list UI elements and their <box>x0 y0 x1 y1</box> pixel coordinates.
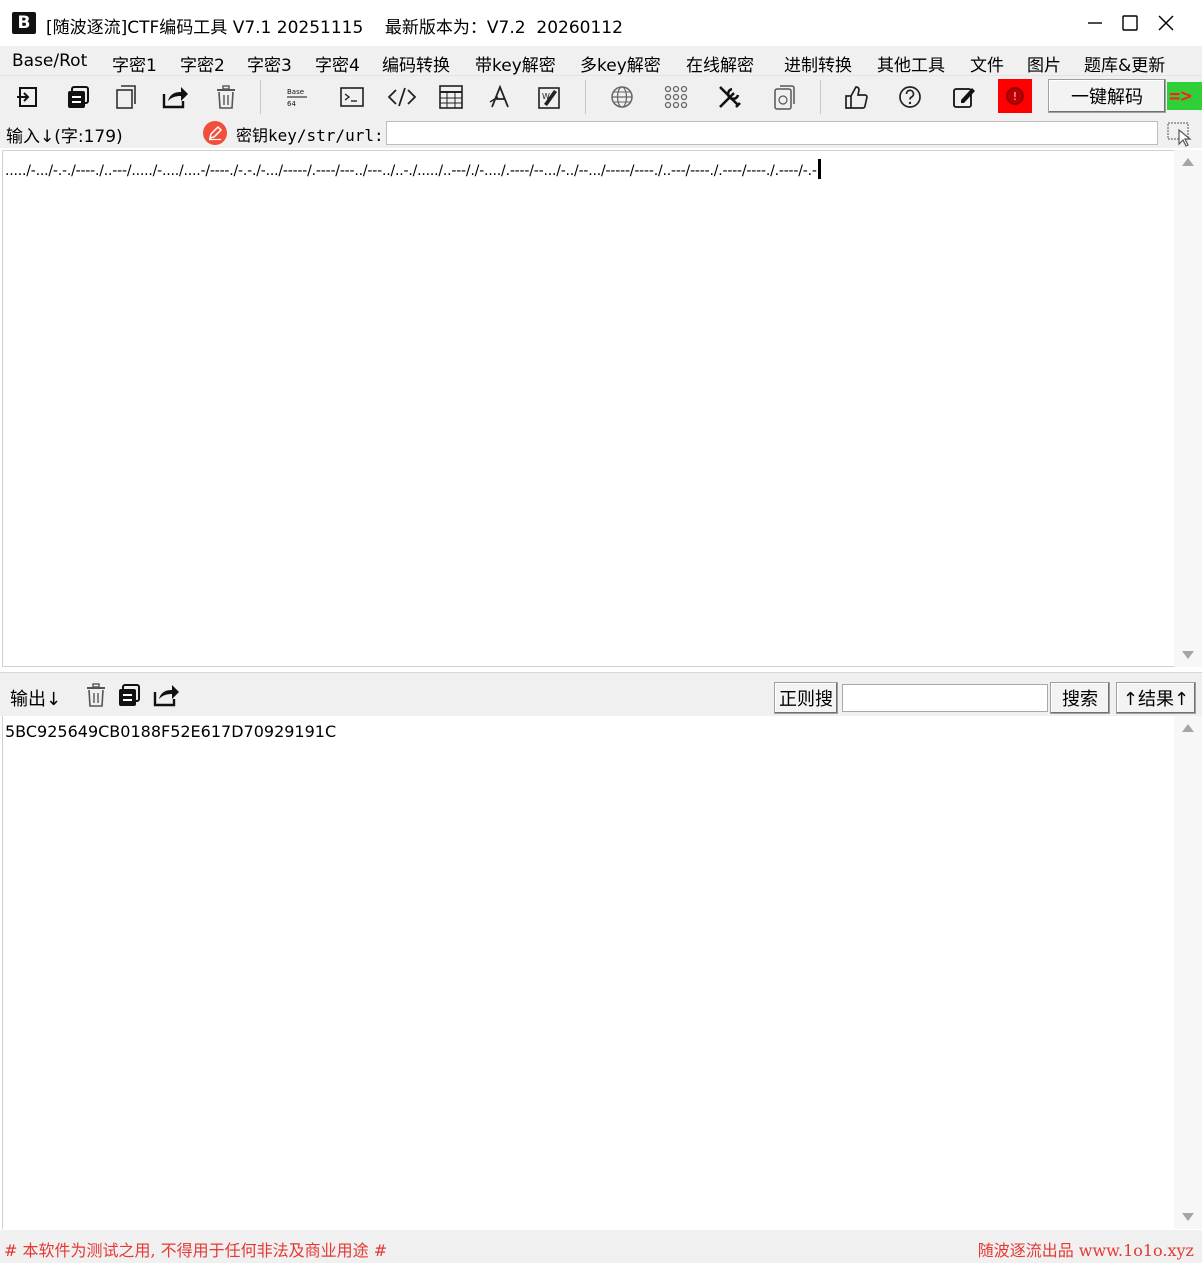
help-icon[interactable] <box>894 81 926 113</box>
scroll-down-icon[interactable] <box>1182 651 1194 659</box>
input-text[interactable]: ...../-.../-.-./----./..---/...../-..../… <box>5 159 821 179</box>
base-convert-icon[interactable]: Base 64 <box>281 81 313 113</box>
edit-icon[interactable] <box>948 81 980 113</box>
search-button[interactable]: 搜索 <box>1050 682 1110 714</box>
svg-text:!: ! <box>1013 90 1017 103</box>
grid-icon[interactable] <box>660 81 692 113</box>
disclaimer-text: # 本软件为测试之用, 不得用于任何非法及商业用途 # <box>4 1241 388 1260</box>
output-trash-icon[interactable] <box>80 679 112 711</box>
key-input[interactable] <box>386 121 1158 145</box>
menu-multi-key-decrypt[interactable]: 多key解密 <box>580 51 661 76</box>
record-button[interactable]: ! <box>998 79 1032 113</box>
input-label: 输入↓(字:179) <box>6 127 123 147</box>
edit-image-icon[interactable]: W <box>534 81 566 113</box>
copy-all-icon[interactable] <box>62 81 94 113</box>
terminal-icon[interactable] <box>336 81 368 113</box>
menu-zimi4[interactable]: 字密4 <box>315 51 360 76</box>
menu-base-rot[interactable]: Base/Rot <box>12 51 87 71</box>
title-bar: B [随波逐流]CTF编码工具 V7.1 20251115 最新版本为：V7.2… <box>0 0 1202 46</box>
table-icon[interactable] <box>435 81 467 113</box>
close-icon <box>1158 15 1174 31</box>
font-icon[interactable] <box>484 81 516 113</box>
tools-icon[interactable] <box>714 81 746 113</box>
output-share-icon[interactable] <box>150 679 182 711</box>
result-button[interactable]: ↑结果↑ <box>1116 682 1196 714</box>
text-caret <box>817 159 821 179</box>
globe-icon[interactable] <box>606 81 638 113</box>
output-copy-icon[interactable] <box>113 679 145 711</box>
menu-zimi2[interactable]: 字密2 <box>180 51 225 76</box>
credit-link[interactable]: 随波逐流出品 www.1o1o.xyz <box>978 1237 1194 1261</box>
menu-online-decrypt[interactable]: 在线解密 <box>686 51 754 76</box>
thumbs-up-icon[interactable] <box>840 81 872 113</box>
menu-encoding-convert[interactable]: 编码转换 <box>382 51 450 76</box>
toolbar-separator <box>260 80 261 114</box>
trash-icon[interactable] <box>210 81 242 113</box>
share-icon[interactable] <box>159 81 191 113</box>
select-cursor-icon[interactable] <box>1166 120 1194 148</box>
scroll-down-icon[interactable] <box>1182 1213 1194 1221</box>
svg-text:W: W <box>542 92 550 101</box>
import-icon[interactable] <box>12 81 44 113</box>
document-icon[interactable] <box>768 81 800 113</box>
paste-icon[interactable] <box>110 81 142 113</box>
output-textarea[interactable]: 5BC925649CB0188F52E617D70929191C <box>2 716 1174 1229</box>
menu-base-conversion[interactable]: 进制转换 <box>784 51 852 76</box>
toolbar-separator <box>585 80 586 114</box>
menu-zimi1[interactable]: 字密1 <box>112 51 157 76</box>
one-click-decode-button[interactable]: 一键解码 <box>1048 79 1166 113</box>
toolbar-separator <box>820 80 821 114</box>
search-input[interactable] <box>842 684 1048 712</box>
window-title: [随波逐流]CTF编码工具 V7.1 20251115 最新版本为：V7.2 2… <box>46 18 623 38</box>
app-logo: B <box>12 12 36 34</box>
arrow-badge[interactable]: => <box>1167 82 1202 110</box>
menu-other-tools[interactable]: 其他工具 <box>877 51 945 76</box>
input-textarea[interactable]: ...../-.../-.-./----./..---/...../-..../… <box>2 150 1174 667</box>
pencil-icon[interactable] <box>203 121 227 145</box>
svg-text:Base: Base <box>287 88 304 96</box>
output-label: 输出↓ <box>10 689 62 710</box>
code-icon[interactable] <box>386 81 418 113</box>
menu-key-decrypt[interactable]: 带key解密 <box>475 51 556 76</box>
menu-bar: Base/Rot 字密1 字密2 字密3 字密4 编码转换 带key解密 多ke… <box>0 46 1202 76</box>
output-scrollbar[interactable] <box>1174 716 1202 1229</box>
menu-question-bank-update[interactable]: 题库&更新 <box>1084 51 1165 76</box>
output-text[interactable]: 5BC925649CB0188F52E617D70929191C <box>5 722 336 741</box>
menu-image[interactable]: 图片 <box>1027 51 1061 76</box>
regex-search-button[interactable]: 正则搜 <box>774 682 838 714</box>
menu-file[interactable]: 文件 <box>970 51 1004 76</box>
svg-text:64: 64 <box>287 100 296 108</box>
footer: # 本软件为测试之用, 不得用于任何非法及商业用途 # 随波逐流出品 www.1… <box>0 1230 1202 1263</box>
input-scrollbar[interactable] <box>1174 150 1202 667</box>
scroll-up-icon[interactable] <box>1182 158 1194 166</box>
close-button[interactable] <box>1131 0 1201 46</box>
key-label: 密钥key/str/url: <box>236 126 384 145</box>
scroll-up-icon[interactable] <box>1182 724 1194 732</box>
menu-zimi3[interactable]: 字密3 <box>247 51 292 76</box>
record-icon: ! <box>1006 87 1024 105</box>
